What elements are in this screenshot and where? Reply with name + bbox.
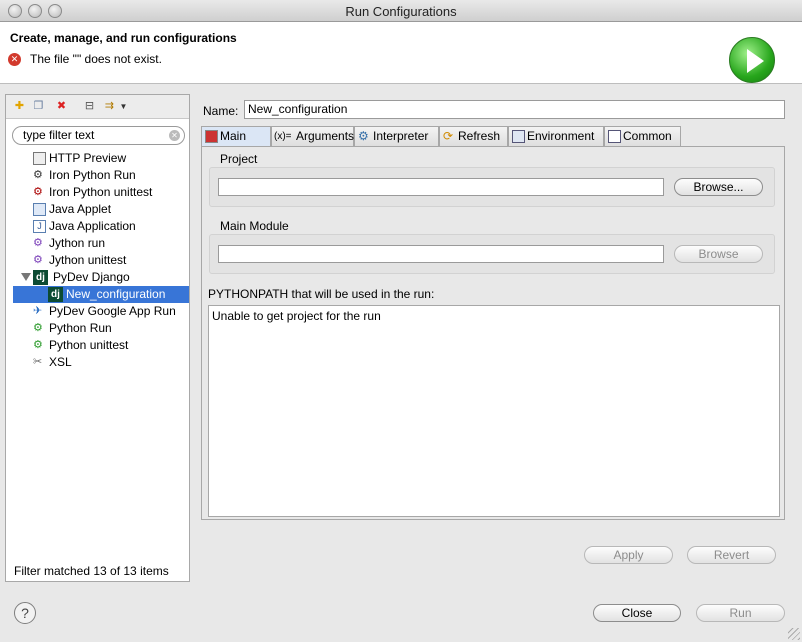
filter-status: Filter matched 13 of 13 items xyxy=(14,564,169,578)
arguments-tab-icon: (x)= xyxy=(274,131,292,142)
main-module-browse-button[interactable]: Browse xyxy=(674,245,763,263)
tree-item-label: Java Application xyxy=(49,219,136,233)
tab-arguments[interactable]: (x)= Arguments xyxy=(271,126,354,146)
resize-grip-icon[interactable] xyxy=(788,628,800,640)
python-unittest-icon: ⚙ xyxy=(33,339,43,351)
run-button[interactable]: Run xyxy=(696,604,785,622)
tree-item[interactable]: ⚙ Jython unittest xyxy=(6,252,189,269)
tree-item-label: Iron Python unittest xyxy=(49,185,153,199)
tree-item[interactable]: ⚙ Jython run xyxy=(6,235,189,252)
title-bar: Run Configurations xyxy=(0,0,802,22)
tree-item-label: PyDev Google App Run xyxy=(49,304,176,318)
java-application-icon: J xyxy=(33,220,46,233)
clear-filter-icon[interactable]: ✕ xyxy=(169,130,180,141)
python-icon: ⚙ xyxy=(33,322,43,334)
tree-item[interactable]: ✂ XSL xyxy=(6,354,189,371)
tree-item-label: Iron Python Run xyxy=(49,168,136,182)
name-input[interactable]: New_configuration xyxy=(244,100,785,119)
xsl-icon: ✂ xyxy=(33,356,43,368)
window-title: Run Configurations xyxy=(345,4,457,19)
project-group: Browse... xyxy=(209,167,775,207)
tree-item[interactable]: ⚙ Iron Python Run xyxy=(6,167,189,184)
tree-item[interactable]: ⚙ Iron Python unittest xyxy=(6,184,189,201)
chevron-down-icon[interactable]: ▼ xyxy=(116,99,131,114)
tab-refresh[interactable]: ⟳ Refresh xyxy=(439,126,508,146)
refresh-tab-icon: ⟳ xyxy=(443,129,454,143)
main-module-group: Browse xyxy=(209,234,775,274)
error-icon: ✕ xyxy=(8,53,21,66)
jython-unittest-icon: ⚙ xyxy=(33,254,43,266)
iron-python-icon: ⚙ xyxy=(33,169,43,181)
project-input[interactable] xyxy=(218,178,664,196)
java-applet-icon xyxy=(33,203,46,216)
environment-tab-icon xyxy=(512,130,525,143)
tab-common[interactable]: Common xyxy=(604,126,681,146)
tree-item[interactable]: HTTP Preview xyxy=(6,150,189,167)
main-module-input[interactable] xyxy=(218,245,664,263)
main-module-label: Main Module xyxy=(220,219,289,233)
main-tab-icon xyxy=(205,130,218,143)
pythonpath-label: PYTHONPATH that will be used in the run: xyxy=(208,287,435,301)
tab-label: Main xyxy=(220,129,247,143)
configuration-tree: HTTP Preview ⚙ Iron Python Run ⚙ Iron Py… xyxy=(6,150,189,371)
tab-label: Common xyxy=(623,129,672,143)
close-button[interactable]: Close xyxy=(593,604,681,622)
common-tab-icon xyxy=(608,130,621,143)
tree-item-label: Jython unittest xyxy=(49,253,127,267)
disclosure-triangle-icon[interactable] xyxy=(21,273,31,281)
google-app-icon: ✈ xyxy=(33,305,43,317)
run-banner-icon xyxy=(729,37,775,83)
django-icon: dj xyxy=(48,287,63,302)
error-message: The file "" does not exist. xyxy=(30,52,162,66)
collapse-all-icon[interactable]: ⊟ xyxy=(82,99,97,114)
tree-item[interactable]: dj PyDev Django xyxy=(6,269,189,286)
tree-item-label: Java Applet xyxy=(49,202,112,216)
tree-item-label: Python Run xyxy=(49,321,112,335)
tab-label: Interpreter xyxy=(373,129,429,143)
header-title: Create, manage, and run configurations xyxy=(10,31,237,45)
help-icon[interactable]: ? xyxy=(14,602,36,624)
project-browse-button[interactable]: Browse... xyxy=(674,178,763,196)
main-tab-panel: Project Browse... Main Module Browse PYT… xyxy=(201,146,785,520)
tree-item[interactable]: J Java Application xyxy=(6,218,189,235)
name-label: Name: xyxy=(203,104,239,118)
delete-icon[interactable]: ✖ xyxy=(54,99,69,114)
duplicate-icon[interactable]: ❐ xyxy=(31,99,46,114)
tree-item[interactable]: ⚙ Python Run xyxy=(6,320,189,337)
apply-button[interactable]: Apply xyxy=(584,546,673,564)
django-icon: dj xyxy=(33,270,48,285)
list-toolbar: ✚ ❐ ✖ ⊟ ⇉ ▼ xyxy=(6,95,189,119)
filter-icon[interactable]: ⇉ xyxy=(102,99,117,114)
configuration-editor: Name: New_configuration Main (x)= Argume… xyxy=(201,94,795,582)
interpreter-tab-icon: ⚙ xyxy=(358,129,369,143)
tree-item-label: XSL xyxy=(49,355,72,369)
tree-item-label: Python unittest xyxy=(49,338,129,352)
revert-button[interactable]: Revert xyxy=(687,546,776,564)
pythonpath-textarea[interactable]: Unable to get project for the run xyxy=(208,305,780,517)
tab-main[interactable]: Main xyxy=(201,126,271,146)
filter-input[interactable]: type filter text ✕ xyxy=(12,126,185,145)
project-label: Project xyxy=(220,152,258,166)
tree-item-label: HTTP Preview xyxy=(49,151,127,165)
dialog-header: Create, manage, and run configurations ✕… xyxy=(0,22,802,84)
tab-bar: Main (x)= Arguments ⚙ Interpreter ⟳ Refr… xyxy=(201,126,785,146)
tree-item[interactable]: ⚙ Python unittest xyxy=(6,337,189,354)
http-preview-icon xyxy=(33,152,46,165)
tree-item[interactable]: Java Applet xyxy=(6,201,189,218)
tree-item[interactable]: ✈ PyDev Google App Run xyxy=(6,303,189,320)
iron-python-unittest-icon: ⚙ xyxy=(33,186,43,198)
tab-label: Refresh xyxy=(458,129,501,143)
tree-item-selected[interactable]: dj New_configuration xyxy=(13,286,189,303)
jython-icon: ⚙ xyxy=(33,237,43,249)
filter-placeholder: type filter text xyxy=(23,128,95,142)
tree-item-label: Jython run xyxy=(49,236,106,250)
configuration-list-panel: ✚ ❐ ✖ ⊟ ⇉ ▼ type filter text ✕ HTTP Prev… xyxy=(5,94,190,582)
tab-label: Arguments xyxy=(296,129,355,143)
tab-environment[interactable]: Environment xyxy=(508,126,604,146)
tab-label: Environment xyxy=(527,129,595,143)
tree-item-label: PyDev Django xyxy=(53,270,130,284)
tree-item-label: New_configuration xyxy=(66,287,166,301)
tab-interpreter[interactable]: ⚙ Interpreter xyxy=(354,126,439,146)
new-configuration-icon[interactable]: ✚ xyxy=(12,99,27,114)
